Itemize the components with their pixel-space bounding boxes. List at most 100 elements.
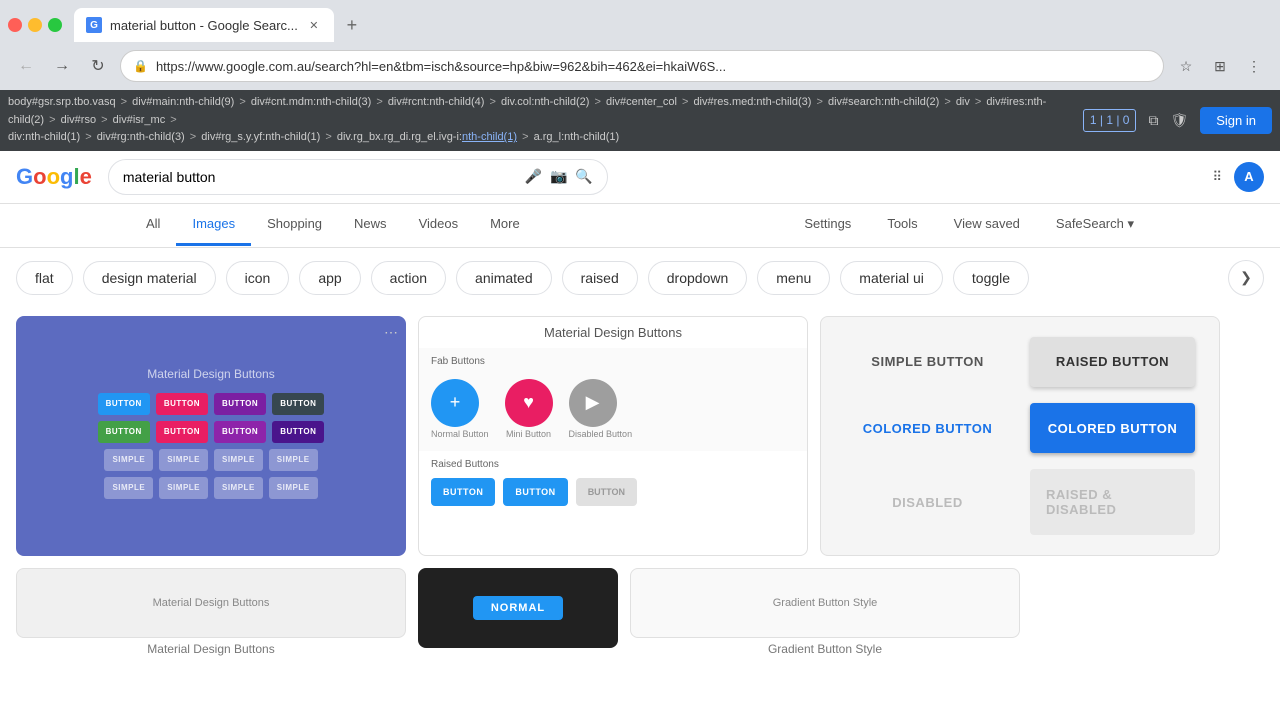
chip-app[interactable]: app <box>299 261 360 295</box>
url-text: https://www.google.com.au/search?hl=en&t… <box>156 59 1151 74</box>
devtools-actions: 1 | 1 | 0 ⧉ 🛡 Sign in <box>1083 107 1272 134</box>
search-tabs: All Images Shopping News Videos More Set… <box>0 204 1280 248</box>
url-bar[interactable]: 🔒 https://www.google.com.au/search?hl=en… <box>120 50 1164 82</box>
search-icons: 🎤 📷 🔍 <box>525 168 593 185</box>
bottom-card-dark[interactable]: NORMAL <box>418 568 618 648</box>
bottom-card-right[interactable]: Gradient Button Style <box>630 568 1020 638</box>
bottom-right-label: Gradient Button Style <box>773 597 878 609</box>
tab-news[interactable]: News <box>338 204 403 246</box>
chip-animated[interactable]: animated <box>456 261 552 295</box>
window-controls <box>8 18 62 32</box>
mic-icon[interactable]: 🎤 <box>525 168 542 185</box>
fab-button-blue[interactable]: + <box>431 379 479 427</box>
bottom-card-left[interactable]: Material Design Buttons <box>16 568 406 638</box>
breadcrumb: body#gsr.srp.tbo.vasq > div#main:nth-chi… <box>8 94 1073 147</box>
chip-raised[interactable]: raised <box>562 261 638 295</box>
filter-chips: flat design material icon app action ani… <box>0 248 1280 308</box>
card-options-icon[interactable]: ⋯ <box>384 324 398 341</box>
colored-button-filled[interactable]: COLORED BUTTON <box>1030 403 1195 453</box>
tab-view-saved[interactable]: View saved <box>938 204 1036 247</box>
purple-btn-row-1: BUTTON BUTTON BUTTON BUTTON <box>41 393 381 415</box>
tab-settings[interactable]: Settings <box>788 204 867 247</box>
purple-btn-row-2: BUTTON BUTTON BUTTON BUTTON <box>41 421 381 443</box>
purple-card-title: Material Design Buttons <box>41 367 381 381</box>
chip-flat[interactable]: flat <box>16 261 73 295</box>
result-card-purple[interactable]: Material Design Buttons BUTTON BUTTON BU… <box>16 316 406 556</box>
search-icon[interactable]: 🔍 <box>575 168 592 185</box>
raised-section: Raised Buttons BUTTON BUTTON BUTTON <box>419 451 807 514</box>
fab-row: + Normal Button ♥ Mini Button ▶ Disabled… <box>431 371 795 447</box>
chip-dropdown[interactable]: dropdown <box>648 261 748 295</box>
tab-tools[interactable]: Tools <box>871 204 933 247</box>
breadcrumb-bar: body#gsr.srp.tbo.vasq > div#main:nth-chi… <box>0 90 1280 151</box>
colored-button-text[interactable]: COLORED BUTTON <box>845 403 1010 453</box>
search-input[interactable] <box>123 169 517 185</box>
google-header: Google 🎤 📷 🔍 ⠿ A <box>0 151 1280 204</box>
fab-button-pink[interactable]: ♥ <box>505 379 553 427</box>
result-card-middle[interactable]: Material Design Buttons Fab Buttons + No… <box>418 316 808 556</box>
chip-menu[interactable]: menu <box>757 261 830 295</box>
url-actions: ☆ ⊞ ⋮ <box>1172 52 1268 80</box>
raised-btn-disabled: BUTTON <box>576 478 637 506</box>
chip-action[interactable]: action <box>371 261 446 295</box>
simple-button[interactable]: SIMPLE BUTTON <box>845 337 1010 387</box>
fab-section-title: Fab Buttons <box>431 352 795 371</box>
window-close-button[interactable] <box>8 18 22 32</box>
bottom-left-title: Material Design Buttons <box>153 597 270 609</box>
chip-material-ui[interactable]: material ui <box>840 261 943 295</box>
tab-all[interactable]: All <box>130 204 176 246</box>
purple-btn-row-3: SIMPLE SIMPLE SIMPLE SIMPLE <box>41 449 381 471</box>
purple-btn-row-4: SIMPLE SIMPLE SIMPLE SIMPLE <box>41 477 381 499</box>
tab-bar: G material button - Google Searc... ✕ + <box>0 0 1280 42</box>
search-box[interactable]: 🎤 📷 🔍 <box>108 159 608 195</box>
tab-title: material button - Google Searc... <box>110 18 298 33</box>
raised-section-title: Raised Buttons <box>431 455 795 474</box>
bottom-right-title: Gradient Button Style <box>768 638 882 660</box>
shield-icon: 🛡 <box>1170 111 1188 131</box>
forward-button[interactable]: → <box>48 52 76 80</box>
fab-section: Fab Buttons + Normal Button ♥ Mini Butto… <box>419 348 807 451</box>
chip-toggle[interactable]: toggle <box>953 261 1029 295</box>
tab-shopping[interactable]: Shopping <box>251 204 338 246</box>
bottom-row: Material Design Buttons Material Design … <box>0 564 1280 664</box>
back-button[interactable]: ← <box>12 52 40 80</box>
bookmark-button[interactable]: ☆ <box>1172 52 1200 80</box>
avatar[interactable]: A <box>1234 162 1264 192</box>
raised-btn-2[interactable]: BUTTON <box>503 478 567 506</box>
tab-close-button[interactable]: ✕ <box>306 17 322 33</box>
fab-button-gray[interactable]: ▶ <box>569 379 617 427</box>
raised-disabled-button: RAISED & DISABLED <box>1030 469 1195 534</box>
raised-btn-1[interactable]: BUTTON <box>431 478 495 506</box>
active-tab[interactable]: G material button - Google Searc... ✕ <box>74 8 334 42</box>
settings-links: Settings Tools View saved SafeSearch ▾ <box>788 204 1150 247</box>
extensions-button[interactable]: ⊞ <box>1206 52 1234 80</box>
raised-button[interactable]: RAISED BUTTON <box>1030 337 1195 387</box>
disabled-button: DISABLED <box>845 469 1010 534</box>
address-bar: ← → ↻ 🔒 https://www.google.com.au/search… <box>0 42 1280 90</box>
header-apps-icon[interactable]: ⠿ <box>1204 161 1230 193</box>
tab-images[interactable]: Images <box>176 204 251 246</box>
camera-icon[interactable]: 📷 <box>550 168 567 185</box>
chips-next-button[interactable]: ❯ <box>1228 260 1264 296</box>
signin-button[interactable]: Sign in <box>1200 107 1272 134</box>
tab-videos[interactable]: Videos <box>403 204 475 246</box>
results-area: Material Design Buttons BUTTON BUTTON BU… <box>0 308 1280 564</box>
chip-icon[interactable]: icon <box>226 261 290 295</box>
reload-button[interactable]: ↻ <box>84 52 112 80</box>
new-tab-button[interactable]: + <box>338 11 366 39</box>
menu-button[interactable]: ⋮ <box>1240 52 1268 80</box>
bottom-left-label: Material Design Buttons <box>147 638 274 660</box>
tab-favicon: G <box>86 17 102 33</box>
element-counter: 1 | 1 | 0 <box>1083 109 1137 132</box>
lock-icon: 🔒 <box>133 59 148 73</box>
normal-button[interactable]: NORMAL <box>473 596 563 620</box>
chip-design-material[interactable]: design material <box>83 261 216 295</box>
window-minimize-button[interactable] <box>28 18 42 32</box>
raised-row-1: BUTTON BUTTON BUTTON <box>431 474 795 510</box>
tab-safe-search[interactable]: SafeSearch ▾ <box>1040 204 1150 247</box>
purple-card-image: Material Design Buttons BUTTON BUTTON BU… <box>16 316 406 556</box>
result-card-right[interactable]: SIMPLE BUTTON RAISED BUTTON COLORED BUTT… <box>820 316 1220 556</box>
tab-more[interactable]: More <box>474 204 536 246</box>
window-maximize-button[interactable] <box>48 18 62 32</box>
copy-icon[interactable]: ⧉ <box>1148 111 1158 131</box>
